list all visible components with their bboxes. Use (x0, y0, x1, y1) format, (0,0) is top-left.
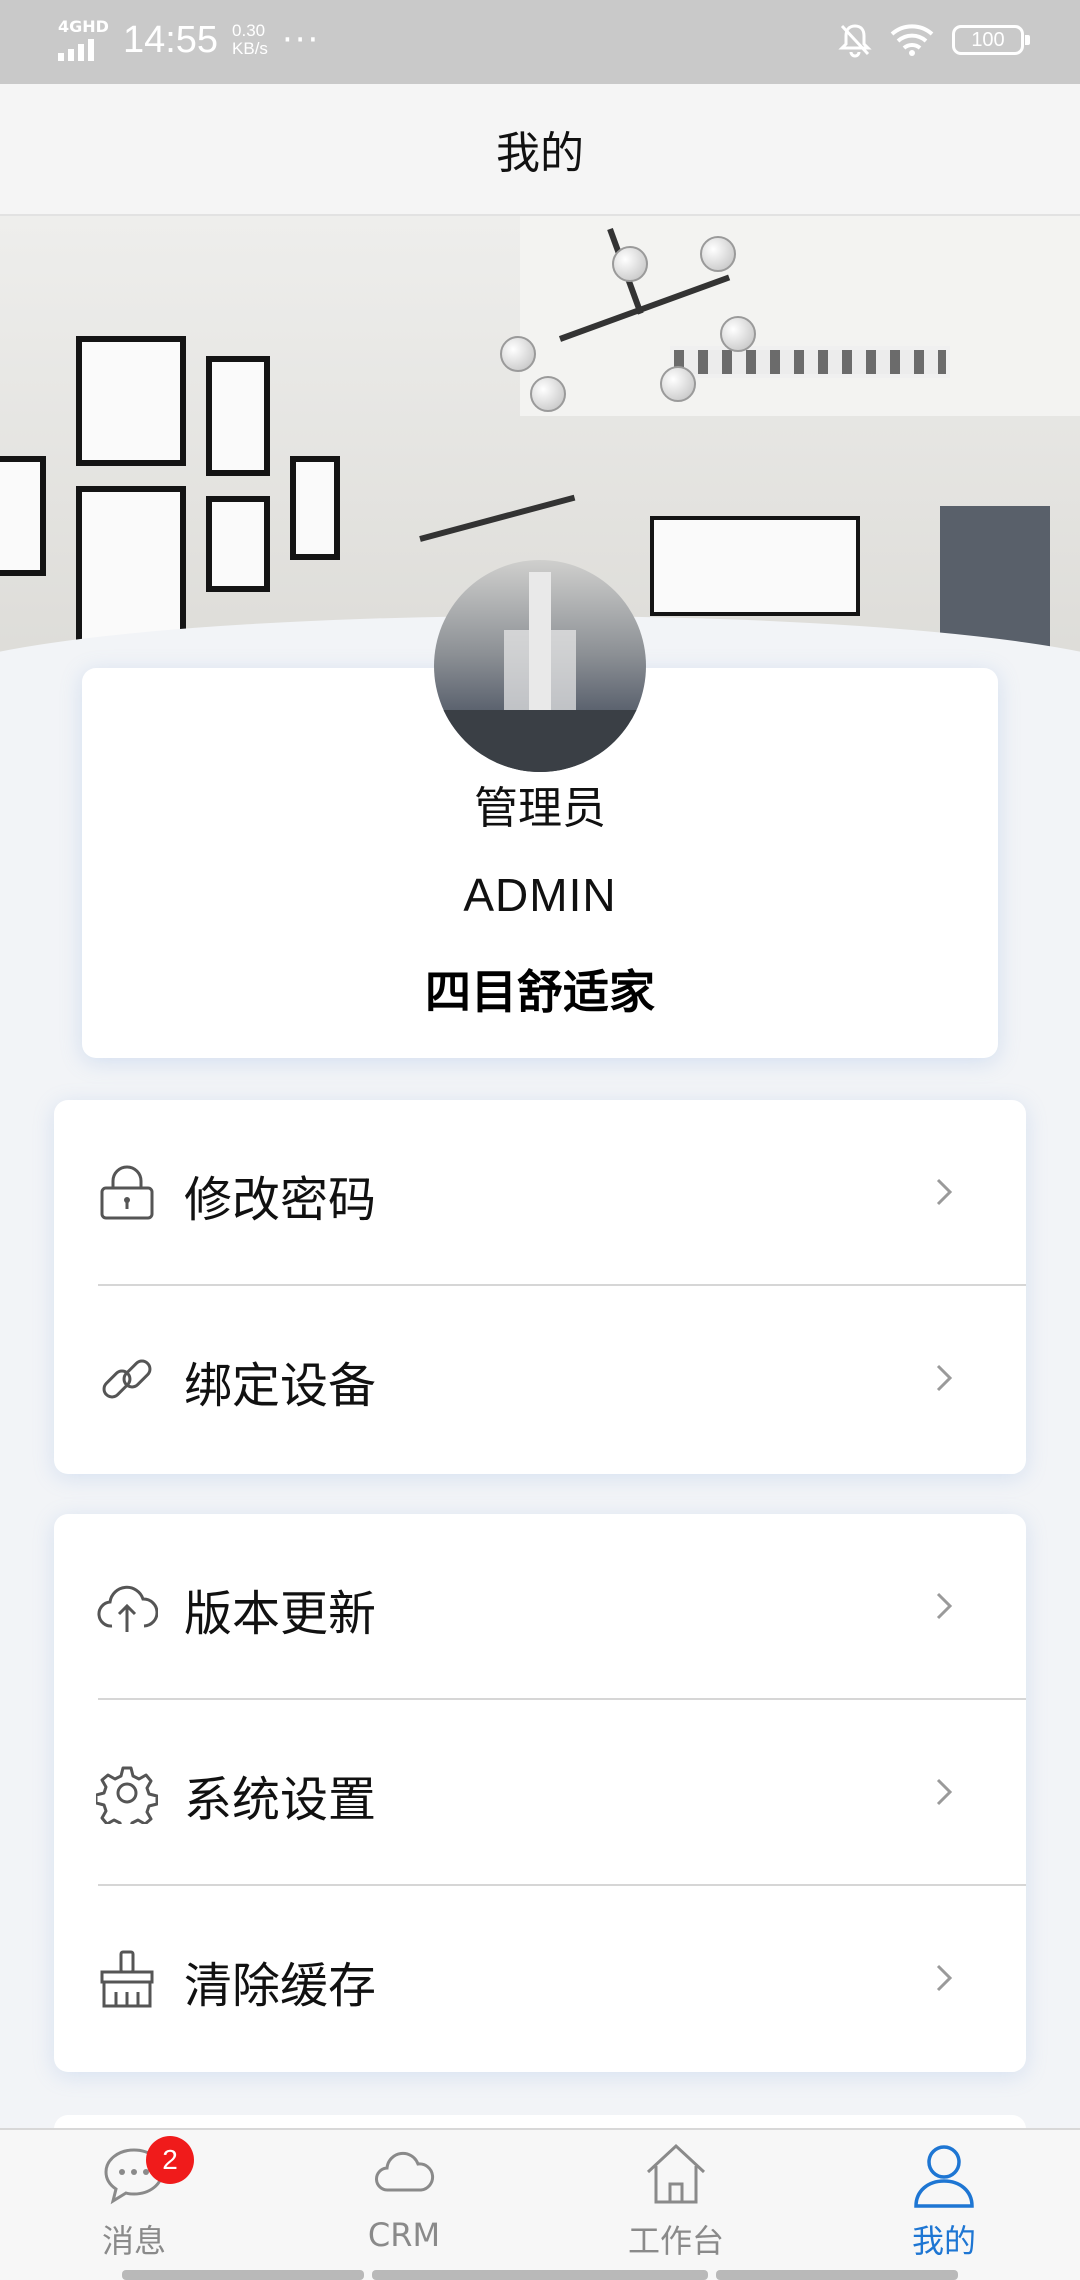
chevron-right-icon (936, 1364, 953, 1392)
menu-item-label: 系统设置 (184, 1772, 377, 1828)
chevron-right-icon (936, 1178, 953, 1206)
gesture-bar (122, 2270, 364, 2280)
status-time: 14:55 (122, 19, 219, 61)
menu-item-version-update[interactable]: 版本更新 (54, 1514, 1026, 1700)
menu-item-change-password[interactable]: 修改密码 (54, 1100, 1026, 1286)
tab-mine[interactable]: 我的 (844, 2140, 1044, 2270)
chevron-right-icon (936, 1964, 953, 1992)
user-account: ADMIN (463, 869, 617, 921)
menu-item-label: 清除缓存 (184, 1958, 377, 2014)
menu-item-label: 绑定设备 (184, 1358, 377, 1414)
home-icon (646, 2143, 706, 2204)
bottom-tab-bar: 2 消息 CRM 工作台 我的 (0, 2128, 1080, 2280)
wifi-icon (890, 24, 934, 56)
lock-icon (100, 1165, 154, 1220)
menu-item-bind-device[interactable]: 绑定设备 (54, 1286, 1026, 1472)
link-icon (102, 1359, 152, 1399)
tab-workbench[interactable]: 工作台 (576, 2140, 776, 2270)
unread-badge: 2 (146, 2136, 194, 2184)
account-menu-card: 修改密码 绑定设备 (54, 1100, 1026, 1474)
chevron-right-icon (936, 1592, 953, 1620)
system-menu-card: 版本更新 系统设置 清除缓存 (54, 1514, 1026, 2072)
net-speed: 0.30 KB/s (232, 22, 268, 58)
nav-bar: 我的 (0, 84, 1080, 216)
tab-label: 工作台 (627, 2222, 724, 2260)
user-display-name: 管理员 (474, 783, 606, 834)
menu-item-label: 修改密码 (184, 1172, 377, 1228)
tab-crm[interactable]: CRM (304, 2140, 504, 2270)
broom-icon (100, 1950, 154, 2008)
tab-messages[interactable]: 2 消息 (34, 2136, 234, 2270)
network-type: 4GHD (58, 17, 109, 36)
tab-label: CRM (367, 2216, 441, 2254)
bell-muted-icon (838, 24, 872, 58)
cloud-upload-icon (97, 1585, 158, 1632)
status-bar: 4GHD 14:55 0.30 KB/s ··· 100 (0, 0, 1080, 84)
battery-icon: 100 (952, 25, 1030, 55)
chevron-right-icon (936, 1778, 953, 1806)
avatar[interactable] (434, 560, 646, 772)
tab-label: 消息 (101, 2222, 166, 2260)
gear-icon (96, 1766, 158, 1824)
user-icon (914, 2145, 974, 2208)
menu-item-system-settings[interactable]: 系统设置 (54, 1700, 1026, 1886)
signal-bars-icon (58, 37, 94, 61)
cloud-icon (375, 2151, 435, 2192)
gesture-bar (372, 2270, 708, 2280)
menu-item-label: 版本更新 (184, 1586, 377, 1642)
menu-item-clear-cache[interactable]: 清除缓存 (54, 1886, 1026, 2072)
gesture-bar (716, 2270, 958, 2280)
net-speed-value: 0.30 (232, 21, 266, 40)
cellular-signal: 4GHD (58, 19, 109, 61)
tab-label: 我的 (911, 2222, 976, 2260)
page-title: 我的 (496, 128, 584, 179)
user-organization: 四目舒适家 (425, 965, 655, 1019)
more-notifications: ··· (281, 20, 321, 60)
net-speed-unit: KB/s (232, 39, 268, 58)
